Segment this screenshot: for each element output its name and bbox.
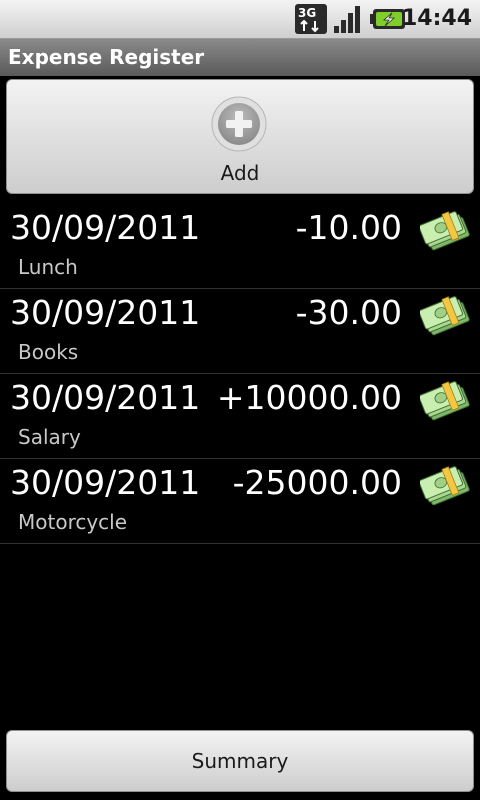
expense-date: 30/09/2011 xyxy=(10,378,201,417)
expense-description: Salary xyxy=(18,425,81,449)
money-stack-icon xyxy=(420,211,470,251)
status-bar: 3G 14:44 xyxy=(0,0,480,39)
money-stack-icon xyxy=(420,381,470,421)
expense-date: 30/09/2011 xyxy=(10,463,201,502)
expense-amount: -10.00 xyxy=(295,208,402,247)
list-item[interactable]: 30/09/2011 -25000.00 Motorcycle xyxy=(0,459,480,544)
expense-amount: -30.00 xyxy=(295,293,402,332)
title-bar: Expense Register xyxy=(0,39,480,76)
expense-list: 30/09/2011 -10.00 Lunch 30/09/2011 -30.0… xyxy=(0,204,480,544)
list-item[interactable]: 30/09/2011 -10.00 Lunch xyxy=(0,204,480,289)
expense-description: Motorcycle xyxy=(18,510,128,534)
money-stack-icon xyxy=(420,466,470,506)
battery-charging-icon xyxy=(370,9,405,29)
expense-date: 30/09/2011 xyxy=(10,293,201,332)
summary-button-label: Summary xyxy=(191,749,289,773)
expense-amount: +10000.00 xyxy=(216,378,402,417)
network-3g-icon: 3G xyxy=(295,4,327,34)
svg-text:3G: 3G xyxy=(298,6,316,20)
list-item[interactable]: 30/09/2011 -30.00 Books xyxy=(0,289,480,374)
money-stack-icon xyxy=(420,296,470,336)
add-button[interactable]: Add xyxy=(6,79,474,194)
summary-button[interactable]: Summary xyxy=(6,730,474,792)
add-button-label: Add xyxy=(220,161,260,185)
app-title: Expense Register xyxy=(8,45,205,69)
expense-date: 30/09/2011 xyxy=(10,208,201,247)
expense-description: Books xyxy=(18,340,79,364)
list-item[interactable]: 30/09/2011 +10000.00 Salary xyxy=(0,374,480,459)
signal-strength-icon xyxy=(334,6,360,33)
expense-amount: -25000.00 xyxy=(232,463,402,502)
status-time: 14:44 xyxy=(401,6,472,31)
expense-description: Lunch xyxy=(18,255,78,279)
plus-circle-icon xyxy=(211,96,267,152)
